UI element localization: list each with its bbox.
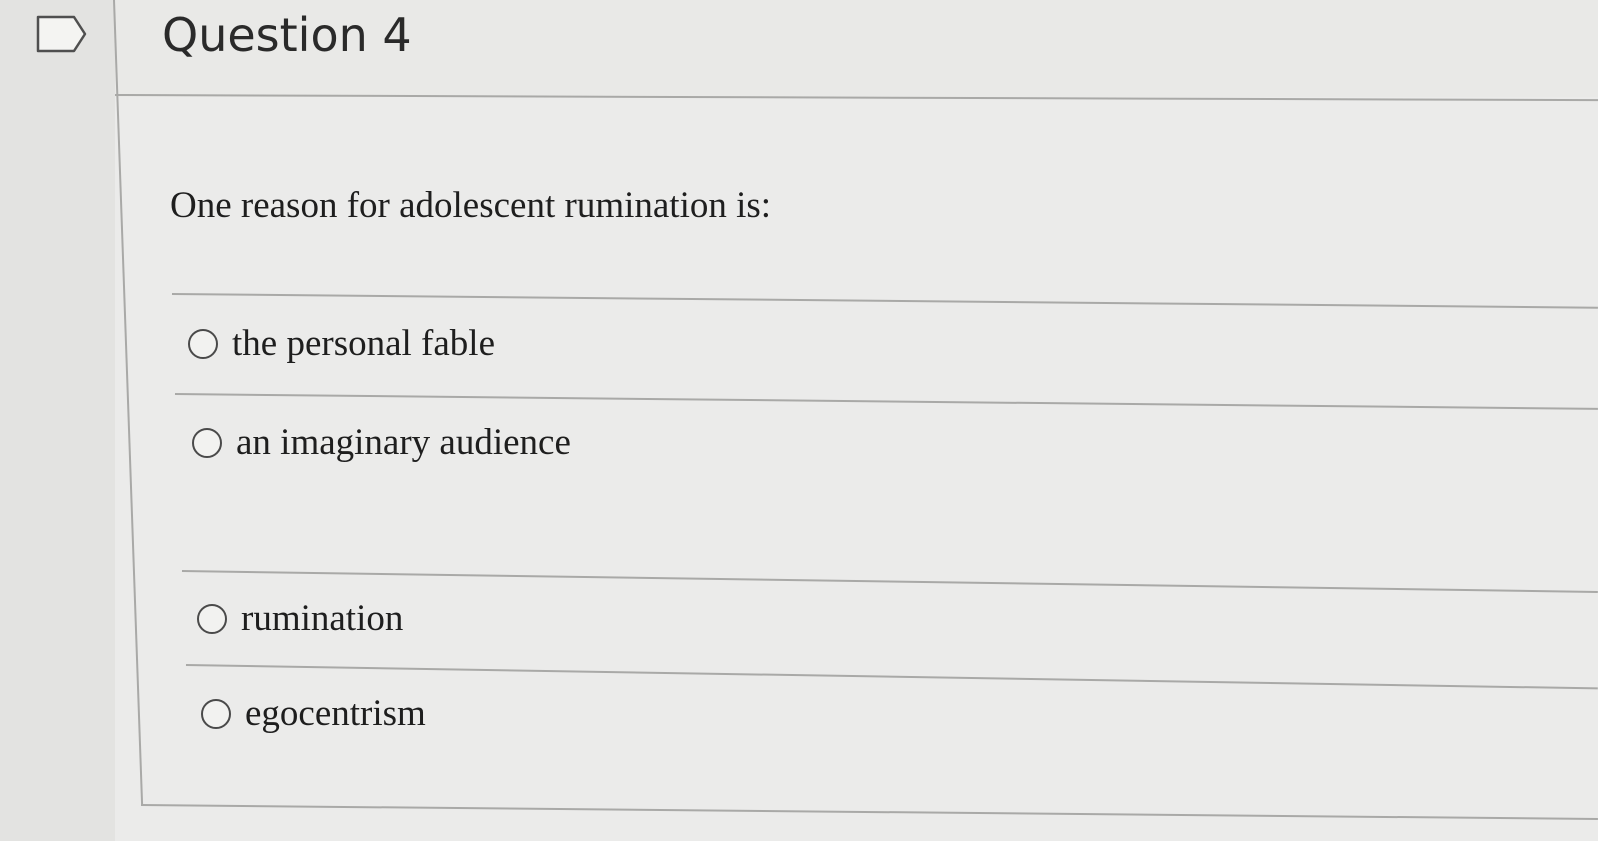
option-label: egocentrism (245, 693, 426, 734)
radio-button[interactable] (192, 427, 222, 458)
answer-option[interactable]: egocentrism (201, 692, 426, 735)
option-label: rumination (241, 598, 404, 639)
question-title: Question 4 (162, 8, 412, 62)
answer-option[interactable]: an imaginary audience (192, 421, 571, 464)
radio-button[interactable] (201, 698, 231, 729)
option-label: the personal fable (232, 323, 495, 364)
flag-question-icon[interactable] (36, 14, 88, 54)
question-prompt: One reason for adolescent rumination is: (170, 185, 772, 226)
radio-button[interactable] (197, 603, 227, 634)
answer-option[interactable]: rumination (197, 597, 403, 640)
left-gutter (0, 0, 130, 841)
radio-button[interactable] (188, 328, 218, 359)
answer-option[interactable]: the personal fable (188, 322, 495, 365)
option-label: an imaginary audience (236, 422, 571, 463)
